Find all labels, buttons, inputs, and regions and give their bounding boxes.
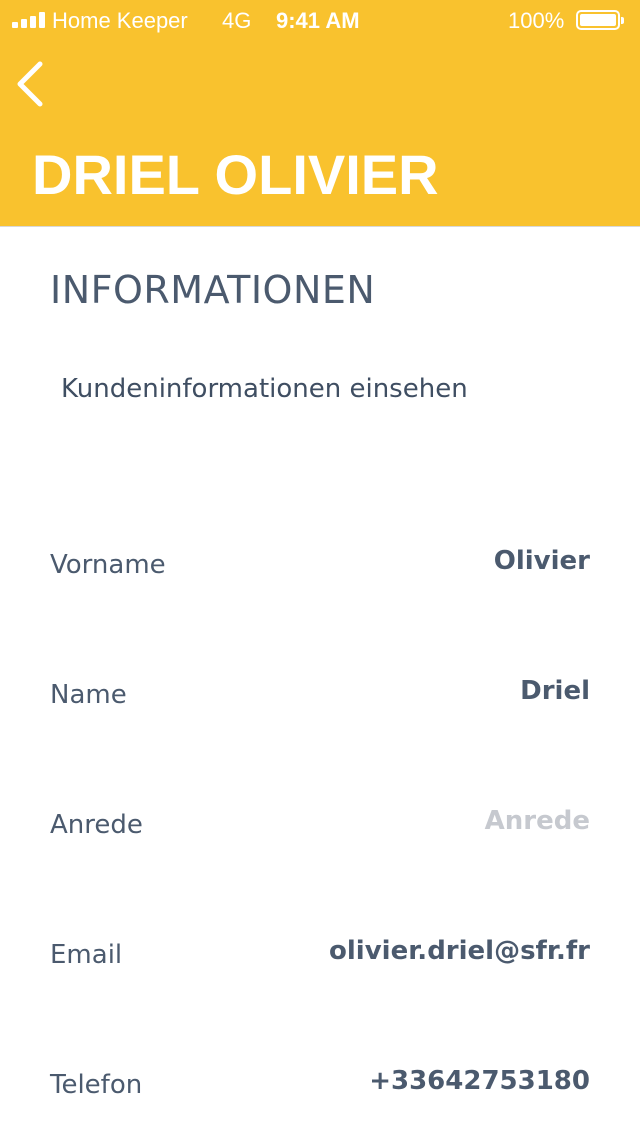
- chevron-left-icon: [17, 61, 43, 107]
- field-label: Vorname: [50, 550, 166, 580]
- back-button[interactable]: [12, 58, 52, 110]
- app-header: Home Keeper 4G 9:41 AM 100% DRIEL OLIVIE…: [0, 0, 640, 227]
- battery-percentage: 100%: [508, 8, 565, 33]
- field-row-telefon: Telefon +33642753180: [0, 1050, 640, 1110]
- status-bar: Home Keeper 4G 9:41 AM 100%: [0, 0, 640, 40]
- field-label: Name: [50, 680, 127, 710]
- field-label: Email: [50, 940, 123, 970]
- status-time: 9:41 AM: [276, 8, 360, 33]
- field-value[interactable]: Olivier: [494, 546, 590, 576]
- battery-icon: [576, 10, 624, 30]
- field-row-name: Name Driel: [0, 660, 640, 720]
- signal-strength-icon: [12, 12, 46, 28]
- field-row-anrede: Anrede Anrede: [0, 790, 640, 850]
- section-subtitle: Kundeninformationen einsehen: [61, 374, 468, 404]
- section-title: INFORMATIONEN: [50, 268, 376, 312]
- field-value[interactable]: olivier.driel@sfr.fr: [329, 936, 590, 966]
- field-value-placeholder[interactable]: Anrede: [485, 806, 590, 836]
- field-row-email: Email olivier.driel@sfr.fr: [0, 920, 640, 980]
- page-title: DRIEL OLIVIER: [32, 143, 439, 206]
- carrier-name: Home Keeper: [52, 8, 188, 33]
- field-label: Telefon: [50, 1070, 143, 1100]
- field-value[interactable]: Driel: [520, 676, 590, 706]
- field-row-vorname: Vorname Olivier: [0, 530, 640, 590]
- field-value[interactable]: +33642753180: [369, 1066, 590, 1096]
- field-label: Anrede: [50, 810, 143, 840]
- network-type: 4G: [222, 8, 252, 33]
